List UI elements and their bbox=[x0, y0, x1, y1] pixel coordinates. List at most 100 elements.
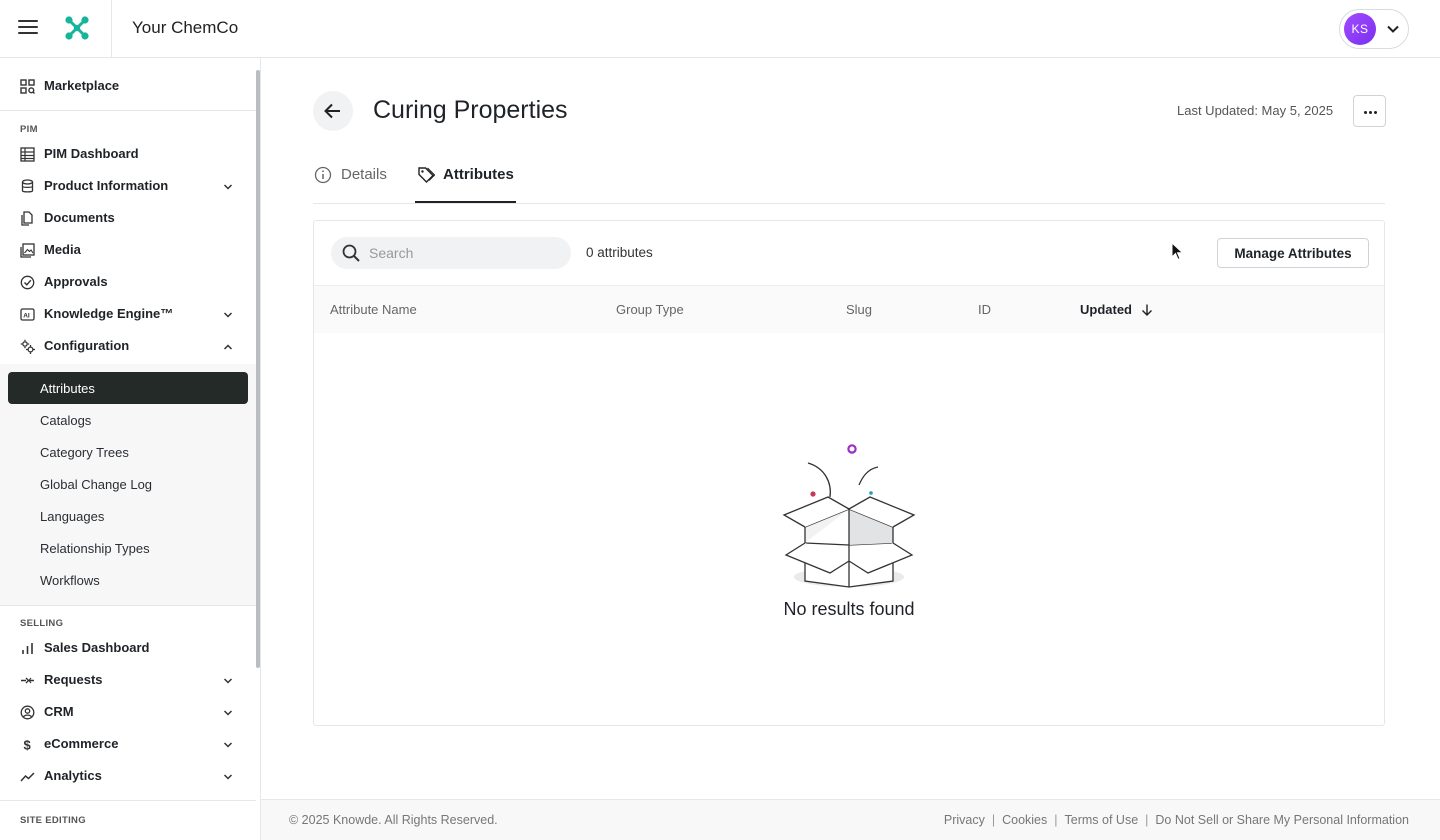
column-header-id[interactable]: ID bbox=[978, 302, 991, 317]
sidebar-subitem-global-change-log[interactable]: Global Change Log bbox=[8, 468, 248, 500]
avatar: KS bbox=[1344, 13, 1376, 45]
config-icon bbox=[20, 339, 35, 354]
sidebar-item-label: eCommerce bbox=[44, 736, 119, 751]
sidebar-item-sales-dashboard[interactable]: Sales Dashboard bbox=[0, 632, 250, 664]
sidebar-subitem-catalogs[interactable]: Catalogs bbox=[8, 404, 248, 436]
search-input[interactable] bbox=[369, 243, 559, 263]
sidebar-item-label: PIM Dashboard bbox=[44, 146, 139, 161]
chevron-down-icon bbox=[223, 312, 233, 318]
sidebar-subitem-category-trees[interactable]: Category Trees bbox=[8, 436, 248, 468]
sidebar-subitem-workflows[interactable]: Workflows bbox=[8, 564, 248, 596]
page-title: Curing Properties bbox=[373, 96, 568, 124]
ai-icon: AI bbox=[20, 308, 35, 321]
sidebar-item-media[interactable]: Media bbox=[0, 234, 250, 266]
footer-link-do-not-sell[interactable]: Do Not Sell or Share My Personal Informa… bbox=[1155, 813, 1409, 827]
chevron-down-icon bbox=[223, 184, 233, 190]
documents-icon bbox=[21, 211, 33, 226]
sidebar-item-configuration[interactable]: Configuration bbox=[0, 330, 250, 362]
sidebar-item-ecommerce[interactable]: $ eCommerce bbox=[0, 728, 250, 760]
sidebar-item-label: Sales Dashboard bbox=[44, 640, 150, 655]
footer-link-terms[interactable]: Terms of Use bbox=[1065, 813, 1139, 827]
column-header-updated[interactable]: Updated bbox=[1080, 302, 1152, 317]
menu-icon[interactable] bbox=[18, 20, 38, 38]
footer-link-cookies[interactable]: Cookies bbox=[1002, 813, 1047, 827]
sidebar-item-label: Knowledge Engine™ bbox=[44, 306, 174, 321]
chevron-down-icon bbox=[1387, 25, 1399, 33]
sidebar-item-pim-dashboard[interactable]: PIM Dashboard bbox=[0, 138, 250, 170]
separator: | bbox=[1145, 813, 1149, 827]
sidebar-item-label: Configuration bbox=[44, 338, 130, 353]
sidebar-item-label: Analytics bbox=[44, 768, 102, 783]
section-label-pim: PIM bbox=[20, 124, 38, 135]
section-label-selling: SELLING bbox=[20, 618, 64, 629]
attributes-panel: 0 attributes Manage Attributes Attribute… bbox=[313, 220, 1385, 726]
sidebar-subitem-attributes[interactable]: Attributes bbox=[8, 372, 248, 404]
subitem-label: Attributes bbox=[40, 381, 95, 396]
sidebar-item-label: CRM bbox=[44, 704, 74, 719]
sidebar-subitem-languages[interactable]: Languages bbox=[8, 500, 248, 532]
sidebar-item-product-information[interactable]: Product Information bbox=[0, 170, 250, 202]
subitem-label: Category Trees bbox=[40, 445, 129, 460]
manage-attributes-button[interactable]: Manage Attributes bbox=[1217, 238, 1369, 268]
sidebar-item-marketplace[interactable]: Marketplace bbox=[0, 70, 250, 102]
sidebar-item-label: Media bbox=[44, 242, 81, 257]
tab-details[interactable]: Details bbox=[314, 158, 394, 203]
tab-label: Attributes bbox=[443, 166, 514, 183]
empty-state-message: No results found bbox=[783, 599, 915, 619]
footer: © 2025 Knowde. All Rights Reserved. Priv… bbox=[261, 799, 1440, 840]
column-header-attribute-name[interactable]: Attribute Name bbox=[330, 302, 417, 317]
sidebar-item-label: Product Information bbox=[44, 178, 169, 193]
trend-icon bbox=[20, 772, 35, 782]
divider bbox=[0, 605, 256, 606]
header-divider bbox=[111, 0, 112, 58]
footer-links: Privacy | Cookies | Terms of Use | Do Not Sell… bbox=[944, 813, 1409, 827]
search-icon bbox=[342, 244, 360, 262]
arrow-left-icon bbox=[324, 103, 340, 119]
sidebar-subitem-relationship-types[interactable]: Relationship Types bbox=[8, 532, 248, 564]
last-updated: Last Updated: May 5, 2025 bbox=[1177, 103, 1334, 118]
chevron-up-icon bbox=[223, 344, 233, 350]
sidebar-item-label: Requests bbox=[44, 672, 103, 687]
subitem-label: Catalogs bbox=[40, 413, 92, 428]
arrow-down-icon bbox=[1142, 304, 1152, 316]
divider bbox=[0, 110, 256, 111]
chevron-down-icon bbox=[223, 742, 233, 748]
chevron-down-icon bbox=[223, 710, 233, 716]
user-menu-button[interactable]: KS bbox=[1339, 9, 1409, 49]
company-name: Your ChemCo bbox=[132, 18, 239, 37]
user-circle-icon bbox=[20, 705, 35, 720]
svg-text:AI: AI bbox=[23, 313, 30, 320]
copyright: © 2025 Knowde. All Rights Reserved. bbox=[289, 813, 498, 827]
marketplace-icon bbox=[20, 79, 35, 94]
separator: | bbox=[991, 813, 996, 827]
sidebar-item-documents[interactable]: Documents bbox=[0, 202, 250, 234]
attribute-count: 0 attributes bbox=[586, 245, 653, 260]
column-header-slug[interactable]: Slug bbox=[846, 302, 872, 317]
column-header-group-type[interactable]: Group Type bbox=[616, 302, 684, 317]
chevron-down-icon bbox=[223, 774, 233, 780]
sidebar-item-crm[interactable]: CRM bbox=[0, 696, 250, 728]
footer-link-privacy[interactable]: Privacy bbox=[944, 813, 985, 827]
requests-icon bbox=[21, 677, 34, 684]
sidebar-item-approvals[interactable]: Approvals bbox=[0, 266, 250, 298]
database-icon bbox=[21, 179, 34, 193]
sidebar: Marketplace PIM PIM Dashboard Product In… bbox=[0, 58, 261, 840]
back-button[interactable] bbox=[313, 91, 353, 131]
logo-icon[interactable] bbox=[64, 15, 90, 41]
empty-box-illustration bbox=[782, 444, 916, 588]
info-icon bbox=[314, 166, 332, 184]
sidebar-item-analytics[interactable]: Analytics bbox=[0, 760, 250, 792]
sidebar-scrollbar[interactable] bbox=[256, 70, 260, 668]
sidebar-item-requests[interactable]: Requests bbox=[0, 664, 250, 696]
more-options-button[interactable] bbox=[1353, 95, 1386, 127]
search-box[interactable] bbox=[331, 237, 571, 269]
tab-attributes[interactable]: Attributes bbox=[415, 158, 516, 203]
media-icon bbox=[20, 243, 35, 258]
sidebar-item-label: Documents bbox=[44, 210, 115, 225]
check-circle-icon bbox=[20, 275, 35, 290]
chevron-down-icon bbox=[223, 678, 233, 684]
sidebar-item-label: Approvals bbox=[44, 274, 108, 289]
dollar-icon: $ bbox=[24, 738, 32, 753]
subitem-label: Languages bbox=[40, 509, 105, 524]
sidebar-item-knowledge-engine[interactable]: AI Knowledge Engine™ bbox=[0, 298, 250, 330]
